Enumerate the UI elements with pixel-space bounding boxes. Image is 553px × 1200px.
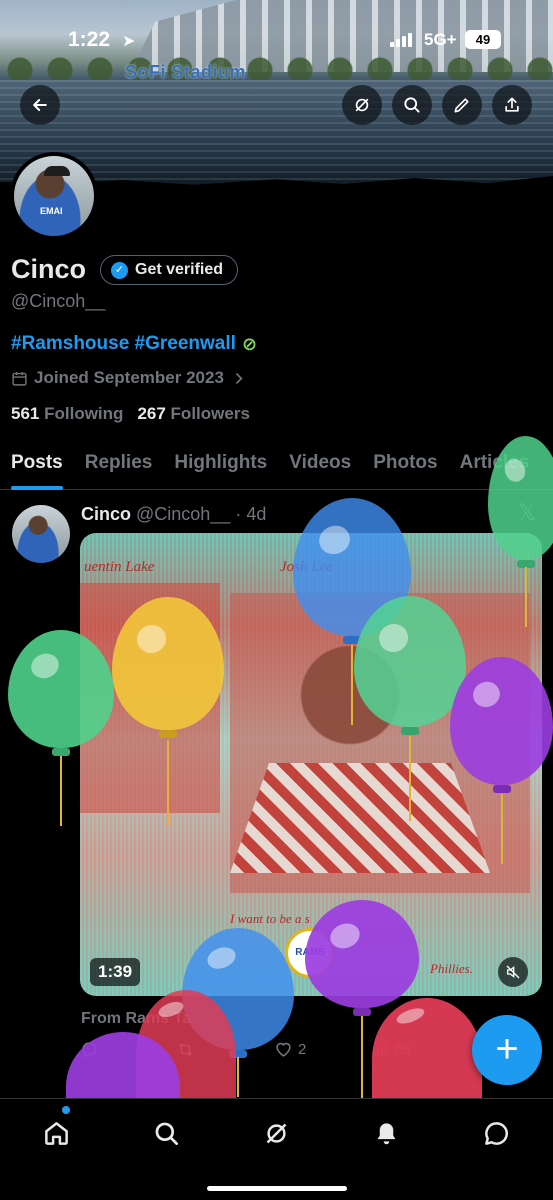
followers-count: 267 bbox=[137, 404, 166, 423]
home-indicator bbox=[207, 1186, 347, 1191]
back-icon bbox=[33, 99, 47, 111]
plus-icon: + bbox=[495, 1027, 519, 1071]
grok-button[interactable] bbox=[342, 85, 382, 125]
status-bar: 1:22 ➤ 5G+ 49 bbox=[0, 28, 553, 56]
media-caption-4: Phillies. bbox=[430, 961, 473, 976]
messages-icon bbox=[484, 1121, 508, 1145]
battery-icon: 49 bbox=[465, 30, 501, 49]
network-type: 5G+ bbox=[424, 30, 457, 49]
followers-link[interactable]: 267 Followers bbox=[137, 404, 249, 424]
tab-posts[interactable]: Posts bbox=[0, 440, 74, 490]
search-button[interactable] bbox=[392, 85, 432, 125]
avatar-cap bbox=[44, 166, 70, 176]
media-caption-1: uentin Lake bbox=[84, 559, 155, 575]
tab-highlights[interactable]: Highlights bbox=[163, 440, 278, 489]
search-icon bbox=[404, 97, 420, 113]
mute-button[interactable] bbox=[498, 957, 528, 987]
follow-stats: 561 Following 267 Followers bbox=[11, 404, 250, 424]
nav-home[interactable] bbox=[36, 1113, 76, 1153]
share-icon bbox=[505, 97, 519, 112]
grok-nav-icon bbox=[266, 1123, 286, 1143]
chevron-right-icon bbox=[235, 372, 243, 384]
back-button[interactable] bbox=[20, 85, 60, 125]
followers-label: Followers bbox=[170, 404, 250, 423]
stadium-sign: SoFi Stadium bbox=[125, 62, 247, 82]
search-nav-icon bbox=[155, 1122, 178, 1145]
post-handle-time: @Cincoh__ · 4d bbox=[136, 504, 267, 524]
grok-icon bbox=[355, 98, 369, 112]
joined-label: Joined September 2023 bbox=[34, 368, 224, 387]
location-arrow-icon: ➤ bbox=[122, 33, 136, 50]
post-author[interactable]: Cinco bbox=[81, 504, 131, 525]
following-link[interactable]: 561 Following bbox=[11, 404, 123, 424]
tab-videos[interactable]: Videos bbox=[278, 440, 362, 489]
verified-badge-icon: ✓ bbox=[111, 261, 128, 279]
mute-icon bbox=[506, 965, 520, 979]
get-verified-label: Get verified bbox=[135, 261, 224, 278]
balloon-green bbox=[488, 436, 553, 628]
compose-button[interactable]: + bbox=[472, 1015, 542, 1085]
bottom-navigation bbox=[0, 1098, 553, 1200]
nav-notifications[interactable] bbox=[366, 1113, 406, 1153]
following-count: 561 bbox=[11, 404, 40, 423]
nav-search[interactable] bbox=[146, 1113, 186, 1153]
balloon-red bbox=[372, 998, 482, 1100]
post-header: Cinco @Cincoh__ · 4d bbox=[81, 504, 266, 525]
following-label: Following bbox=[44, 404, 124, 423]
nav-grok[interactable] bbox=[256, 1113, 296, 1153]
joined-date: Joined September 2023 bbox=[11, 368, 247, 388]
profile-bio: #Ramshouse #Greenwall ⊘ bbox=[11, 333, 257, 355]
edit-icon bbox=[454, 98, 469, 113]
video-duration: 1:39 bbox=[90, 958, 141, 986]
balloon-purple-3 bbox=[66, 1032, 180, 1100]
bio-hashtags[interactable]: #Ramshouse #Greenwall bbox=[11, 333, 236, 355]
nav-messages[interactable] bbox=[476, 1113, 516, 1153]
greenwall-icon: ⊘ bbox=[241, 333, 258, 354]
balloon-purple bbox=[450, 657, 553, 867]
balloon-green-3 bbox=[8, 630, 114, 830]
tab-photos[interactable]: Photos bbox=[362, 440, 448, 489]
profile-handle: @Cincoh__ bbox=[11, 291, 106, 311]
profile-tabs: Posts Replies Highlights Videos Photos A… bbox=[0, 440, 553, 490]
media-caption-3: I want to be a s bbox=[230, 911, 310, 926]
share-button[interactable] bbox=[492, 85, 532, 125]
post-avatar[interactable] bbox=[12, 505, 70, 563]
status-time: 1:22 bbox=[68, 28, 111, 51]
profile-avatar[interactable]: EMAI bbox=[10, 152, 98, 240]
bell-icon bbox=[377, 1122, 395, 1144]
tab-replies[interactable]: Replies bbox=[74, 440, 164, 489]
get-verified-button[interactable]: ✓ Get verified bbox=[100, 255, 239, 285]
home-icon bbox=[44, 1121, 68, 1145]
notification-dot bbox=[62, 1106, 70, 1114]
calendar-icon bbox=[12, 371, 27, 386]
balloon-yellow bbox=[112, 597, 224, 827]
edit-button[interactable] bbox=[442, 85, 482, 125]
avatar-shirt: EMAI bbox=[40, 206, 63, 216]
signal-icon bbox=[390, 33, 412, 47]
profile-name: Cinco bbox=[11, 254, 87, 284]
